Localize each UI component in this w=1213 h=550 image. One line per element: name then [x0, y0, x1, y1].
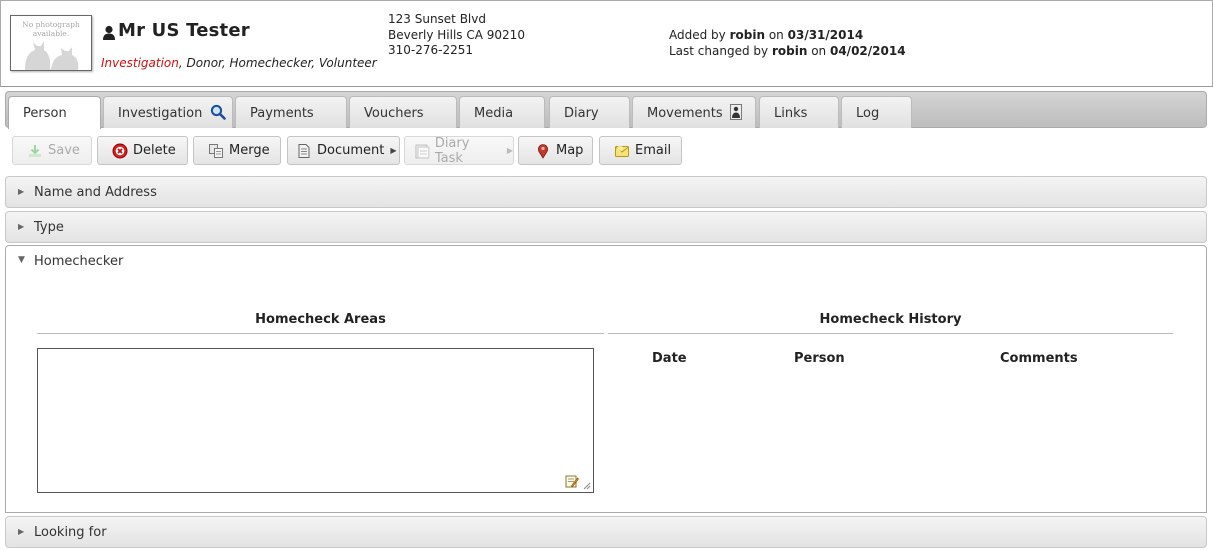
merge-icon	[209, 143, 223, 158]
diary-task-icon	[415, 144, 430, 158]
document-icon	[298, 143, 310, 158]
homecheck-areas-title: Homecheck Areas	[255, 312, 386, 327]
tab-bar: Person Investigation Payments Vouchers M…	[5, 91, 1207, 129]
address-line-2: Beverly Hills CA 90210	[388, 27, 525, 42]
dropdown-arrow-icon: ▶	[390, 146, 397, 155]
tab-person[interactable]: Person	[8, 96, 101, 129]
phone-number: 310-276-2251	[388, 43, 474, 57]
tab-label: Person	[23, 106, 67, 121]
person-name: Mr US Tester	[118, 19, 250, 41]
save-label: Save	[48, 143, 80, 158]
tab-movements[interactable]: Movements	[632, 96, 756, 128]
merge-button[interactable]: Merge	[193, 136, 281, 165]
changed-by-user: robin	[771, 43, 808, 58]
tab-vouchers[interactable]: Vouchers	[349, 96, 457, 128]
map-label: Map	[556, 143, 584, 158]
section-homechecker[interactable]: ▼ Homechecker	[5, 245, 1207, 277]
person-icon	[103, 25, 115, 40]
person-address: 123 Sunset Blvd Beverly Hills CA 90210 3…	[388, 12, 525, 59]
tab-investigation[interactable]: Investigation	[103, 96, 233, 128]
other-flags: , Donor, Homechecker, Volunteer	[178, 56, 377, 70]
expand-arrow-icon: ▶	[18, 222, 25, 231]
section-label: Name and Address	[34, 185, 157, 200]
dropdown-arrow-icon: ▶	[506, 146, 513, 155]
changed-prefix: Last changed by	[669, 43, 769, 58]
added-by-user: robin	[729, 28, 766, 42]
section-label: Looking for	[34, 525, 107, 540]
tab-label: Payments	[250, 106, 314, 121]
tab-media[interactable]: Media	[459, 96, 545, 128]
tab-links[interactable]: Links	[759, 96, 839, 128]
tab-label: Log	[856, 106, 880, 121]
added-on-word: on	[768, 28, 784, 42]
divider	[37, 333, 604, 334]
map-pin-icon	[538, 143, 548, 159]
tab-label: Links	[774, 106, 808, 121]
audit-info: Added by robin on 03/31/2014 Last change…	[669, 28, 906, 59]
person-flags: Investigation, Donor, Homechecker, Volun…	[101, 56, 377, 70]
tab-label: Vouchers	[364, 106, 424, 121]
merge-label: Merge	[229, 143, 270, 158]
email-button[interactable]: Email	[599, 136, 682, 165]
address-line-1: 123 Sunset Blvd	[388, 12, 486, 26]
column-person[interactable]: Person	[794, 351, 845, 366]
movement-icon	[729, 104, 742, 120]
added-by-line: Added by robin on 03/31/2014	[669, 28, 906, 44]
added-date: 03/31/2014	[787, 28, 864, 42]
photo-thumbnail[interactable]: No photograph available.	[10, 15, 92, 71]
column-comments[interactable]: Comments	[1000, 351, 1078, 366]
expand-arrow-icon: ▶	[18, 527, 25, 536]
changed-date: 04/02/2014	[829, 43, 906, 58]
tab-label: Investigation	[118, 106, 203, 121]
document-button[interactable]: Document ▶	[287, 136, 400, 165]
save-icon	[29, 144, 41, 157]
edit-icon[interactable]	[565, 474, 579, 488]
person-name-row: Mr US Tester	[102, 18, 250, 42]
section-type[interactable]: ▶ Type	[5, 211, 1207, 243]
email-label: Email	[635, 143, 672, 158]
section-looking-for[interactable]: ▶ Looking for	[5, 516, 1207, 548]
section-name-and-address[interactable]: ▶ Name and Address	[5, 176, 1207, 208]
tab-payments[interactable]: Payments	[235, 96, 347, 128]
diary-task-button[interactable]: Diary Task ▶	[404, 135, 514, 166]
person-header: No photograph available. Mr US Tester In…	[0, 0, 1213, 87]
collapse-arrow-icon: ▼	[18, 255, 25, 265]
cats-placeholder-icon	[25, 41, 79, 70]
tab-label: Diary	[564, 106, 599, 121]
changed-on-word: on	[811, 43, 827, 58]
magnifier-icon	[210, 104, 226, 120]
email-icon	[615, 145, 629, 157]
section-label: Type	[34, 220, 64, 235]
expand-arrow-icon: ▶	[18, 187, 25, 196]
tab-label: Movements	[647, 106, 723, 121]
map-button[interactable]: Map	[518, 136, 593, 165]
diary-task-label: Diary Task	[434, 135, 470, 166]
divider	[608, 333, 1173, 334]
delete-icon	[112, 143, 128, 158]
column-date[interactable]: Date	[652, 351, 687, 366]
tab-diary[interactable]: Diary	[549, 96, 630, 128]
changed-by-line: Last changed by robin on 04/02/2014	[669, 44, 906, 60]
homecheck-history-title: Homecheck History	[819, 312, 962, 327]
section-label: Homechecker	[34, 254, 124, 269]
save-button[interactable]: Save	[12, 136, 92, 165]
tab-label: Media	[474, 106, 514, 121]
investigation-flag: Investigation	[101, 56, 179, 70]
homecheck-areas-textarea[interactable]	[37, 348, 594, 493]
tab-log[interactable]: Log	[841, 96, 912, 128]
resize-grip-icon[interactable]	[583, 482, 591, 490]
document-label: Document	[317, 143, 385, 158]
delete-label: Delete	[133, 143, 176, 158]
added-prefix: Added by	[669, 28, 726, 42]
delete-button[interactable]: Delete	[97, 136, 188, 165]
